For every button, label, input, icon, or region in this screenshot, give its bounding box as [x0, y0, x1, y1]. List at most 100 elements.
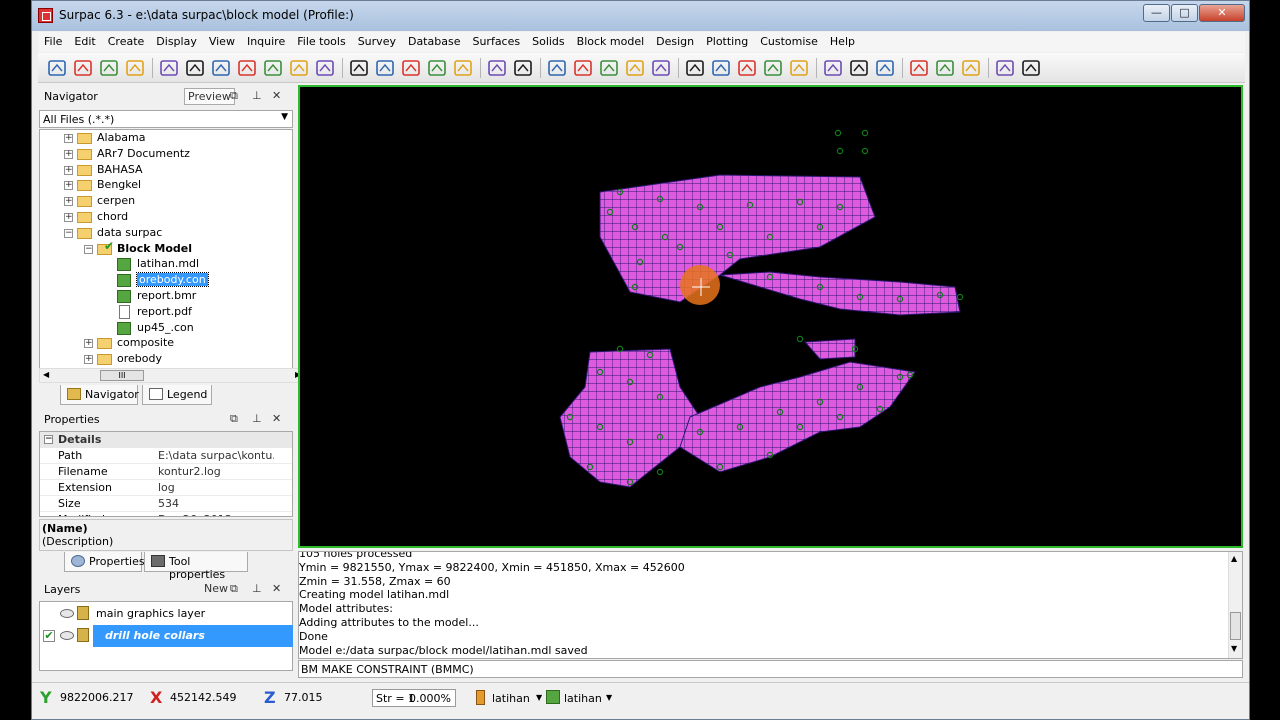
menu-database[interactable]: Database — [402, 32, 467, 52]
close-panel-icon[interactable]: ✕ — [272, 89, 281, 102]
point-icon[interactable] — [486, 57, 508, 79]
block-view-icon[interactable] — [684, 57, 706, 79]
polyline-icon[interactable] — [650, 57, 672, 79]
pin-panel-icon[interactable]: ⊥ — [252, 412, 262, 425]
menu-file-tools[interactable]: File tools — [291, 32, 351, 52]
light-icon[interactable] — [908, 57, 930, 79]
preview-button[interactable]: Preview — [184, 88, 235, 105]
tab-legend[interactable]: Legend — [142, 385, 212, 405]
command-line[interactable]: BM MAKE CONSTRAINT (BMMC) — [298, 660, 1243, 678]
info-icon[interactable] — [822, 57, 844, 79]
file-filter-select[interactable]: All Files (.*.*) ▼ — [39, 110, 293, 128]
record-icon[interactable] — [994, 57, 1016, 79]
curve-icon[interactable] — [624, 57, 646, 79]
hscroll-thumb[interactable]: III — [100, 370, 144, 381]
axis-z-icon[interactable] — [314, 57, 336, 79]
expand-icon[interactable]: + — [64, 165, 73, 175]
move-icon[interactable] — [426, 57, 448, 79]
layer-checkbox[interactable]: ✔ — [43, 630, 55, 642]
property-row[interactable]: Modified Dec 26, 2013 — [40, 512, 292, 516]
draw-tool-icon[interactable] — [348, 57, 370, 79]
tree-horizontal-scrollbar[interactable]: ◀ III ▶ — [39, 368, 307, 383]
menu-plotting[interactable]: Plotting — [700, 32, 754, 52]
block-slice-icon[interactable] — [736, 57, 758, 79]
expand-icon[interactable]: + — [64, 197, 73, 207]
menu-edit[interactable]: Edit — [68, 32, 101, 52]
sphere-icon[interactable] — [934, 57, 956, 79]
property-row[interactable]: Size 534 — [40, 496, 292, 512]
menu-survey[interactable]: Survey — [352, 32, 402, 52]
property-row[interactable]: Extension log — [40, 480, 292, 496]
block-clip-icon[interactable] — [762, 57, 784, 79]
scroll-up-icon[interactable]: ▲ — [1231, 554, 1237, 563]
file-tree[interactable]: + Alabama + ARr7 Documentz + BAHASA + Bengkel + c… — [39, 129, 293, 369]
menu-create[interactable]: Create — [102, 32, 151, 52]
layer-main-graphics[interactable]: main graphics layer — [40, 603, 292, 625]
collapse-icon[interactable]: − — [84, 244, 93, 254]
chevron-down-icon[interactable]: ▼ — [606, 693, 612, 702]
play-icon[interactable] — [1020, 57, 1042, 79]
collapse-icon[interactable]: − — [44, 435, 53, 444]
title-bar[interactable]: Surpac 6.3 - e:\data surpac\block model … — [32, 1, 1249, 31]
select-box-icon[interactable] — [400, 57, 422, 79]
zoom-window-icon[interactable] — [210, 57, 232, 79]
menu-help[interactable]: Help — [824, 32, 861, 52]
pin-panel-icon[interactable]: ⊥ — [252, 582, 262, 595]
collapse-icon[interactable]: − — [64, 228, 73, 238]
expand-icon[interactable]: + — [64, 149, 73, 159]
hexagon-icon[interactable] — [960, 57, 982, 79]
zoom-out-icon[interactable] — [184, 57, 206, 79]
no-point-icon[interactable] — [512, 57, 534, 79]
digitise-icon[interactable] — [598, 57, 620, 79]
tab-navigator[interactable]: Navigator — [60, 385, 139, 405]
scroll-left-icon[interactable]: ◀ — [43, 370, 49, 379]
float-panel-icon[interactable]: ⧉ — [230, 582, 238, 596]
block-model-canvas[interactable] — [300, 87, 1241, 546]
chevron-down-icon[interactable]: ▼ — [281, 112, 288, 122]
expand-icon[interactable]: + — [64, 213, 73, 222]
menu-surfaces[interactable]: Surfaces — [466, 32, 526, 52]
expand-icon[interactable]: + — [64, 181, 73, 191]
tab-tool-properties[interactable]: Tool properties — [144, 552, 248, 581]
segment-icon[interactable] — [572, 57, 594, 79]
save-icon[interactable] — [72, 57, 94, 79]
surpac-app-icon[interactable] — [38, 8, 53, 23]
string-indicator[interactable]: Str = 1 0.000% — [372, 689, 456, 707]
lock-icon[interactable] — [77, 628, 89, 642]
minimize-button[interactable]: — — [1143, 4, 1170, 22]
menu-solids[interactable]: Solids — [526, 32, 571, 52]
float-panel-icon[interactable]: ⧉ — [230, 89, 238, 103]
lock-icon[interactable] — [77, 606, 89, 620]
pin-panel-icon[interactable]: ⊥ — [252, 89, 262, 102]
graphics-viewport[interactable] — [298, 85, 1243, 548]
axis-x-icon[interactable] — [262, 57, 284, 79]
zoom-in-icon[interactable] — [158, 57, 180, 79]
maximize-button[interactable]: □ — [1171, 4, 1198, 22]
axis-y-icon[interactable] — [288, 57, 310, 79]
close-panel-icon[interactable]: ✕ — [272, 582, 281, 595]
menu-customise[interactable]: Customise — [754, 32, 824, 52]
menu-block-model[interactable]: Block model — [571, 32, 651, 52]
close-window-button[interactable]: ✕ — [1199, 4, 1245, 22]
expand-icon[interactable]: + — [84, 339, 93, 349]
expand-icon[interactable]: + — [64, 134, 73, 143]
new-icon[interactable] — [46, 57, 68, 79]
print-icon[interactable] — [98, 57, 120, 79]
layer-drill-hole-collars[interactable]: ✔ drill hole collars — [40, 625, 293, 647]
property-grid[interactable]: − Details Path E:\data surpac\kontu... Fil… — [39, 431, 293, 517]
close-panel-icon[interactable]: ✕ — [272, 412, 281, 425]
property-row[interactable]: Filename kontur2.log — [40, 464, 292, 480]
expand-icon[interactable]: + — [84, 355, 93, 365]
menu-display[interactable]: Display — [150, 32, 203, 52]
network-icon[interactable] — [848, 57, 870, 79]
property-row[interactable]: Path E:\data surpac\kontu... — [40, 448, 292, 464]
block-hide-icon[interactable] — [710, 57, 732, 79]
select-pointer-icon[interactable] — [374, 57, 396, 79]
property-category[interactable]: − Details — [40, 432, 292, 448]
scroll-thumb[interactable] — [1230, 612, 1241, 640]
menu-design[interactable]: Design — [650, 32, 700, 52]
line-icon[interactable] — [546, 57, 568, 79]
layers-list[interactable]: main graphics layer ✔ drill hole collars — [39, 601, 293, 671]
tab-properties[interactable]: Properties — [64, 552, 145, 572]
float-panel-icon[interactable]: ⧉ — [230, 412, 238, 426]
